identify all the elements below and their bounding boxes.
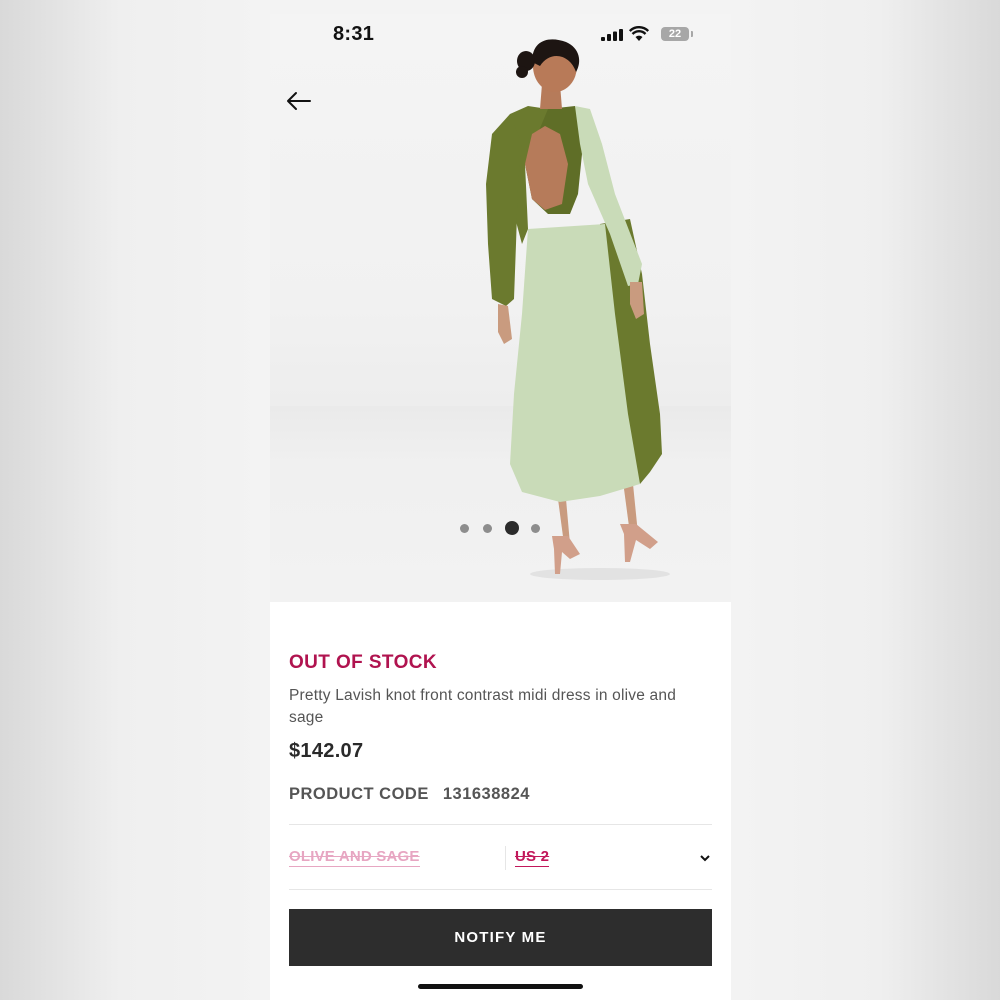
size-option[interactable]: US 2 [515, 848, 550, 867]
status-bar: 8:31 22 [270, 14, 731, 58]
product-image-area[interactable]: 8:31 22 [270, 14, 731, 602]
product-code-row: PRODUCT CODE 131638824 [289, 785, 530, 804]
page-dot[interactable] [483, 524, 492, 533]
status-time: 8:31 [333, 23, 375, 45]
battery-cap [691, 31, 693, 37]
notify-me-button[interactable]: NOTIFY ME [289, 909, 712, 966]
variant-separator [505, 846, 506, 870]
divider [289, 889, 712, 890]
back-arrow-icon[interactable] [284, 89, 316, 113]
battery-icon: 22 [661, 27, 689, 41]
phone-screen: 8:31 22 OUT OF STOCK Pretty Lavish knot … [270, 14, 731, 1000]
product-code-value: 131638824 [442, 785, 530, 803]
chevron-down-icon[interactable] [699, 853, 711, 863]
product-price: $142.07 [289, 740, 364, 762]
color-option[interactable]: OLIVE AND SAGE [289, 848, 420, 867]
product-code-label: PRODUCT CODE [289, 785, 429, 803]
stock-status: OUT OF STOCK [289, 652, 438, 673]
image-pagination-dots [458, 520, 548, 536]
page-dot-active[interactable] [505, 521, 519, 535]
variant-selector[interactable]: OLIVE AND SAGE US 2 [289, 846, 712, 870]
page-dot[interactable] [460, 524, 469, 533]
product-image [486, 39, 670, 580]
divider [289, 824, 712, 825]
product-title: Pretty Lavish knot front contrast midi d… [289, 687, 677, 726]
page-dot[interactable] [531, 524, 540, 533]
home-indicator[interactable] [418, 984, 583, 989]
wifi-icon [629, 26, 649, 41]
cellular-signal-icon [601, 29, 623, 41]
